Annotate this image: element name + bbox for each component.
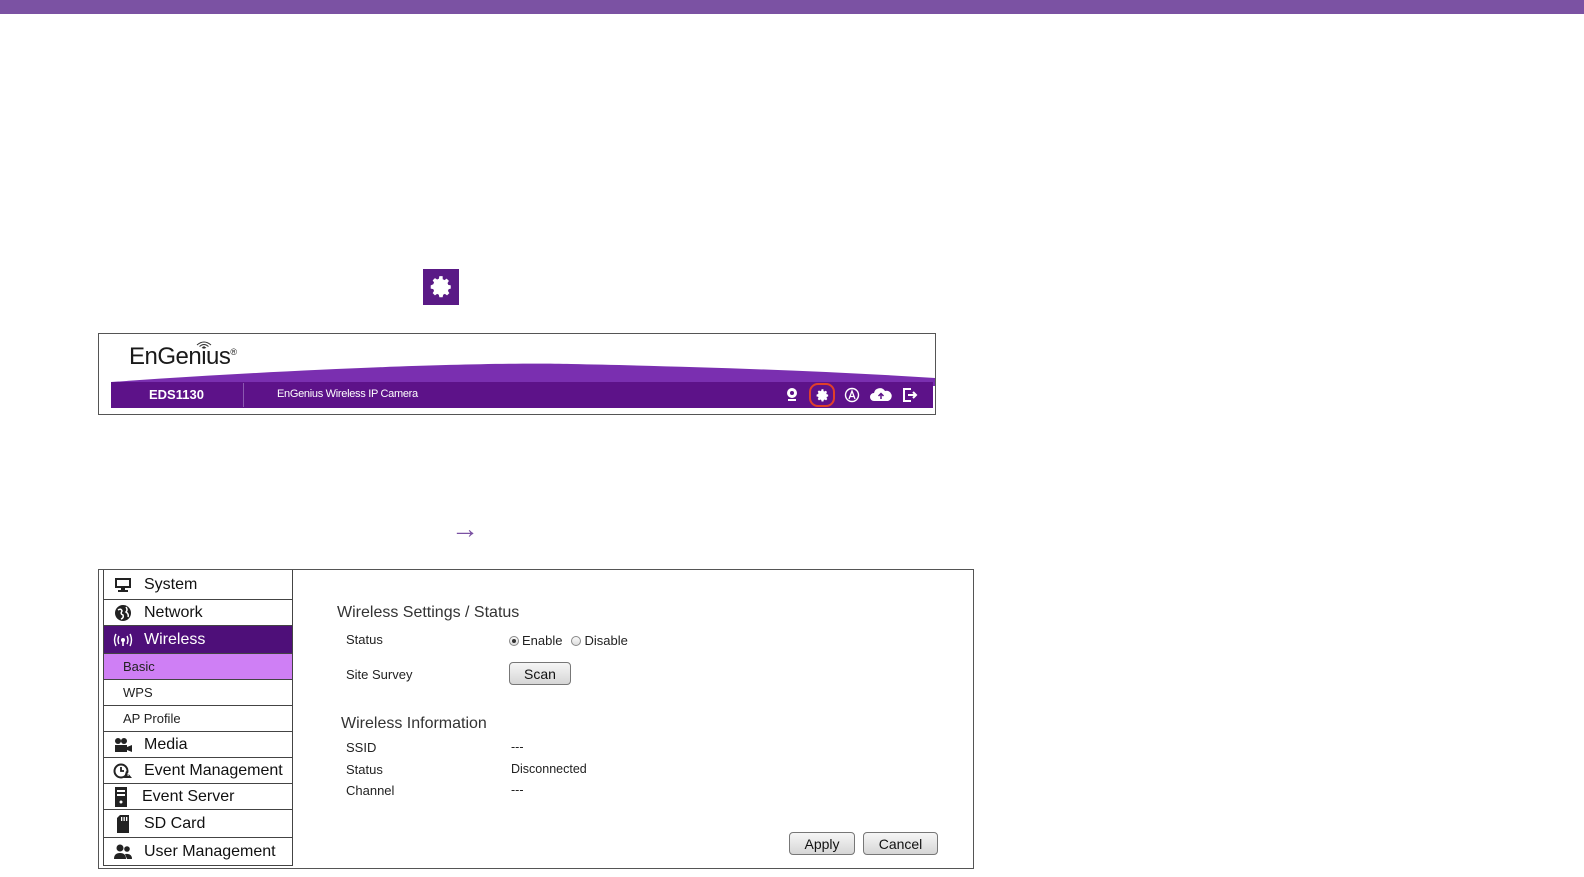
info-status-label: Status — [346, 762, 383, 777]
sidebar-item-label: Wireless — [144, 630, 206, 648]
model-name: EDS1130 — [149, 387, 204, 402]
top-accent-bar — [0, 0, 1584, 14]
cloud-upload-icon[interactable] — [869, 386, 893, 404]
arrow-icon: → — [451, 513, 479, 544]
device-header-screenshot: EnGenius® EDS1130 EnGenius Wireless IP C… — [98, 333, 936, 415]
site-survey-label: Site Survey — [346, 667, 413, 682]
sidebar-item-wireless[interactable]: Wireless — [103, 626, 293, 654]
ssid-value: --- — [511, 740, 524, 754]
wireless-information-title: Wireless Information — [341, 715, 487, 732]
channel-value: --- — [511, 783, 524, 797]
apply-button[interactable]: Apply — [789, 832, 855, 855]
account-icon[interactable] — [843, 386, 861, 404]
wireless-icon — [112, 631, 134, 649]
ssid-label: SSID — [346, 740, 377, 755]
sidebar-item-event-management[interactable]: Event Management — [103, 758, 293, 784]
disable-radio[interactable] — [571, 635, 582, 646]
wireless-settings-title: Wireless Settings / Status — [337, 604, 520, 621]
sdcard-icon — [112, 814, 134, 833]
logout-icon[interactable] — [901, 386, 919, 404]
cancel-button[interactable]: Cancel — [863, 832, 938, 855]
header-separator — [243, 383, 244, 407]
users-icon — [112, 843, 134, 861]
sidebar-item-network[interactable]: Network — [103, 600, 293, 626]
sidebar-item-system[interactable]: System — [103, 570, 293, 600]
sidebar-nav: System Network Wireless Basic WPS AP Pro… — [103, 570, 293, 866]
sidebar-subitem-basic[interactable]: Basic — [103, 654, 293, 680]
sidebar-item-label: User Management — [144, 842, 276, 860]
sidebar-subitem-wps[interactable]: WPS — [103, 680, 293, 706]
channel-label: Channel — [346, 783, 395, 798]
sidebar-item-label: SD Card — [144, 814, 206, 832]
media-icon — [112, 736, 134, 754]
status-radio-group: Enable Disable — [509, 633, 628, 648]
sidebar-item-label: Event Server — [142, 787, 235, 805]
sidebar-item-media[interactable]: Media — [103, 732, 293, 758]
info-status-value: Disconnected — [511, 762, 587, 776]
server-icon — [110, 786, 132, 807]
logo-wifi-icon — [196, 341, 212, 349]
gear-icon — [423, 269, 459, 305]
sidebar-item-label: Media — [144, 735, 188, 753]
sidebar-subitem-ap-profile[interactable]: AP Profile — [103, 706, 293, 732]
status-label: Status — [346, 632, 383, 647]
enable-radio[interactable] — [509, 635, 519, 646]
monitor-icon — [112, 576, 134, 594]
sidebar-item-label: Network — [144, 603, 203, 621]
device-description: EnGenius Wireless IP Camera — [277, 388, 418, 400]
event-icon — [112, 762, 134, 780]
globe-icon — [112, 604, 134, 622]
sidebar-item-user-management[interactable]: User Management — [103, 838, 293, 866]
gear-icon[interactable] — [809, 383, 835, 407]
scan-button[interactable]: Scan — [509, 662, 571, 685]
wireless-settings-screenshot: System Network Wireless Basic WPS AP Pro… — [98, 569, 974, 869]
engenius-logo: EnGenius® — [129, 343, 237, 370]
sidebar-item-event-server[interactable]: Event Server — [103, 784, 293, 810]
camera-icon[interactable] — [783, 386, 801, 404]
sidebar-item-sd-card[interactable]: SD Card — [103, 810, 293, 838]
header-bar: EDS1130 EnGenius Wireless IP Camera — [111, 382, 933, 408]
sidebar-item-label: System — [144, 575, 198, 593]
sidebar-item-label: Event Management — [144, 761, 283, 779]
enable-radio-label: Enable — [522, 633, 563, 648]
disable-radio-label: Disable — [584, 633, 628, 648]
